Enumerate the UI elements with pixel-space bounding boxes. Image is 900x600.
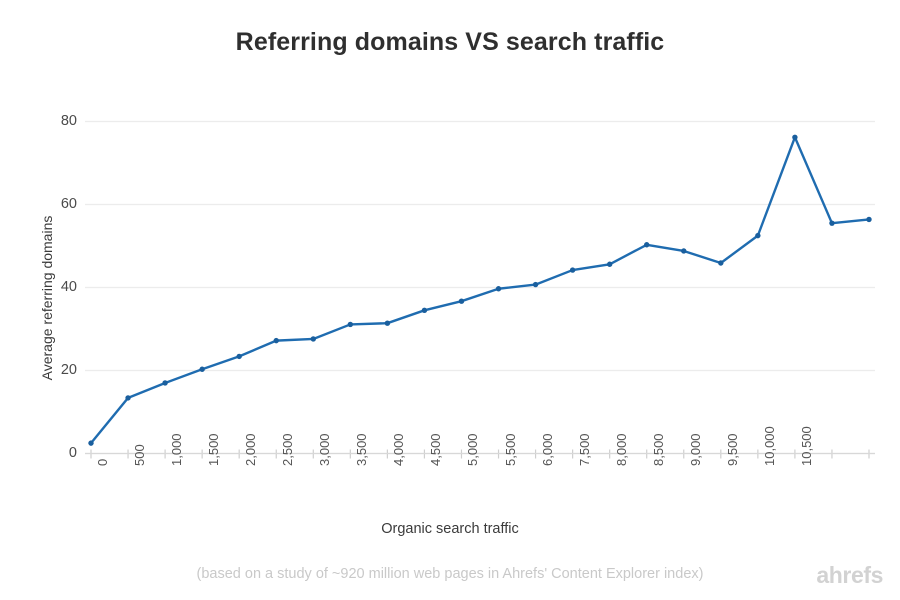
ahrefs-logo: ahrefs (816, 562, 883, 588)
data-point (162, 380, 168, 386)
x-axis-tick-label: 8,000 (613, 432, 629, 466)
data-point (495, 286, 502, 292)
x-axis-tick-label: 4,000 (391, 432, 407, 466)
data-point (829, 220, 835, 226)
data-point (644, 242, 650, 248)
x-axis-tick-label: 0 (95, 458, 110, 466)
data-point-markers (88, 134, 872, 446)
y-axis-tick-label: 20 (60, 361, 77, 378)
data-point (755, 232, 761, 239)
data-point (384, 320, 391, 326)
x-axis-tick-label: 10,500 (798, 425, 814, 466)
x-axis-tick-label: 3,500 (354, 432, 370, 466)
x-axis-title: Organic search traffic (381, 521, 519, 537)
data-point (236, 353, 242, 360)
chart-card: Referring domains VS search traffic Aver… (0, 0, 900, 600)
plot-area: Average referring domains Organic search… (0, 0, 900, 600)
x-axis-tick-label: 7,500 (576, 432, 592, 466)
data-point (569, 267, 576, 273)
x-axis-tick-label: 6,000 (539, 432, 555, 466)
data-point (718, 260, 724, 266)
x-axis-tick-label: 9,000 (687, 432, 703, 466)
x-axis-tick-label: 2,000 (243, 432, 259, 466)
data-point (606, 261, 613, 267)
data-point (866, 216, 872, 223)
x-axis-tick-label: 5,000 (465, 432, 481, 466)
data-point (125, 395, 131, 401)
x-axis-tick-label: 500 (132, 443, 148, 466)
line-chart-svg (85, 120, 875, 459)
data-point (458, 298, 465, 304)
x-axis-tick-label: 5,500 (502, 432, 518, 466)
data-point (199, 366, 205, 372)
y-axis-tick-label: 40 (60, 278, 77, 295)
data-point (792, 134, 798, 140)
data-point (273, 337, 279, 344)
data-point (310, 336, 316, 342)
data-point (347, 321, 354, 328)
x-axis-tick-label: 9,500 (724, 432, 740, 466)
x-axis-tick-label: 1,000 (169, 432, 185, 466)
y-axis-tick-label: 0 (68, 444, 77, 461)
x-axis-tick-label: 2,500 (280, 432, 296, 466)
y-axis-tick-label: 80 (60, 112, 77, 129)
x-axis-tick-label: 10,000 (761, 425, 777, 466)
x-axis-tick-label: 4,500 (428, 432, 444, 466)
footer-caption: (based on a study of ~920 million web pa… (196, 566, 704, 582)
data-point (532, 281, 539, 288)
data-point (421, 307, 428, 314)
data-point (88, 440, 94, 446)
gridlines (85, 120, 875, 455)
y-axis-tick-label: 60 (60, 195, 77, 212)
x-axis-tick-label: 3,000 (317, 432, 333, 466)
data-point (681, 248, 687, 254)
x-axis-tick-label: 8,500 (650, 432, 666, 466)
x-axis-tick-label: 1,500 (206, 432, 222, 466)
data-line (89, 136, 871, 445)
